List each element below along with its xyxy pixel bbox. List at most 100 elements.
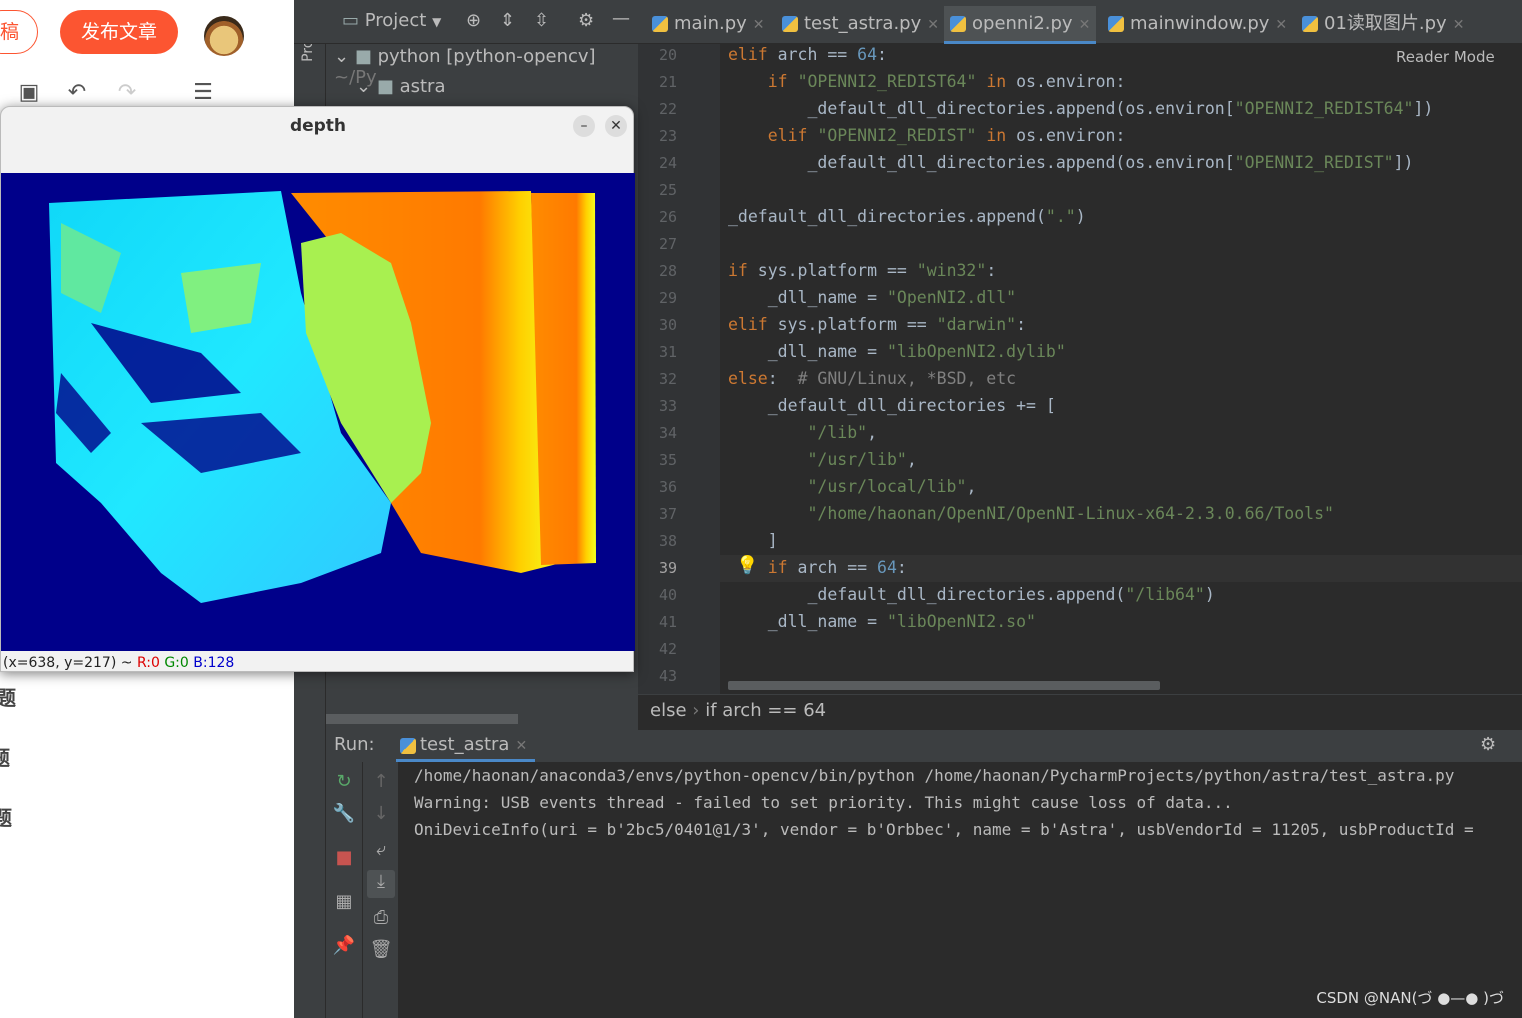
scroll-to-end-icon[interactable]: ⤓ <box>367 870 395 898</box>
line-number: 28 <box>658 262 678 280</box>
tab-mainwindow[interactable]: mainwindow.py ✕ <box>1102 6 1293 44</box>
depth-window[interactable]: depth – ✕ (x=638, y=217) ~ R:0 G:0 B:128 <box>0 106 635 672</box>
close-icon[interactable]: ✕ <box>753 17 765 33</box>
close-icon[interactable]: ✕ <box>1453 17 1465 33</box>
run-toolbar-right: ↑ ↓ ⤶ ⤓ ⎙ 🗑 <box>362 762 398 1018</box>
breadcrumb-item[interactable]: else <box>650 700 687 721</box>
code-line: "/usr/lib", <box>807 450 917 469</box>
close-icon[interactable]: ✕ <box>515 738 527 754</box>
up-arrow-icon[interactable]: ↑ <box>369 770 393 794</box>
code-line: _default_dll_directories += [ <box>728 396 1056 415</box>
close-icon[interactable]: ✕ <box>1079 17 1091 33</box>
template-icon[interactable]: ☰ <box>190 80 216 106</box>
tab-openni2[interactable]: openni2.py ✕ <box>944 6 1097 44</box>
close-icon[interactable]: ✕ <box>927 17 939 33</box>
side-item[interactable]: 题 <box>0 742 10 771</box>
line-number: 34 <box>658 424 678 442</box>
watermark: CSDN @NAN(づ ●—● )づ <box>1316 989 1504 1007</box>
run-label: Run: <box>334 734 375 755</box>
minimize-icon[interactable]: – <box>573 115 595 137</box>
code-line: _default_dll_directories.append(".") <box>728 207 1086 226</box>
tab-test-astra[interactable]: test_astra.py ✕ <box>776 6 945 44</box>
chevron-down-icon: ⌄ <box>334 46 350 67</box>
soft-wrap-icon[interactable]: ⤶ <box>369 838 393 862</box>
line-number: 33 <box>658 397 678 415</box>
console-line: Warning: USB events thread - failed to s… <box>414 793 1233 812</box>
code-line: "/lib", <box>807 423 878 442</box>
draft-button[interactable]: 稿 <box>0 10 38 54</box>
side-item[interactable]: 题 <box>0 682 16 711</box>
wrench-icon[interactable]: 🔧 <box>332 802 356 826</box>
line-number: 38 <box>658 532 678 550</box>
depth-image[interactable] <box>1 173 635 651</box>
status-bar: (x=638, y=217) ~ R:0 G:0 B:128 <box>3 655 235 671</box>
pin-icon[interactable]: 📌 <box>332 934 356 958</box>
tab-main[interactable]: main.py ✕ <box>646 6 771 44</box>
editor-scrollbar[interactable] <box>728 681 1160 690</box>
locate-icon[interactable]: ⊕ <box>466 10 481 31</box>
code-line: elif arch == 64: <box>728 45 887 64</box>
line-number: 32 <box>658 370 678 388</box>
console-line: OniDeviceInfo(uri = b'2bc5/0401@1/3', ve… <box>414 820 1474 839</box>
chevron-down-icon: ▼ <box>432 15 442 29</box>
close-icon[interactable]: ✕ <box>1275 17 1287 33</box>
line-number: 39 <box>658 559 678 577</box>
code-line: _dll_name = "libOpenNI2.dylib" <box>728 342 1066 361</box>
tab-read-image[interactable]: 01读取图片.py ✕ <box>1296 6 1470 44</box>
side-item[interactable]: 题 <box>0 802 12 831</box>
window-icon: ▭ <box>342 10 365 31</box>
code-line: if "OPENNI2_REDIST64" in os.environ: <box>767 72 1126 91</box>
save-icon[interactable]: ▣ <box>16 80 42 106</box>
code-line: "/usr/local/lib", <box>807 477 977 496</box>
line-number: 23 <box>658 127 678 145</box>
layout-icon[interactable]: ▦ <box>332 890 356 914</box>
ide-top-bar: ▭ Project ▼ ⊕ ⇕ ⇳ ⚙ — main.py ✕ test_astr… <box>294 0 1522 44</box>
code-line: _default_dll_directories.append(os.envir… <box>728 99 1434 118</box>
breadcrumb: else › if arch == 64 <box>638 694 1522 730</box>
window-title: depth <box>289 116 347 136</box>
hide-icon[interactable]: — <box>612 8 630 29</box>
tab-run-test-astra[interactable]: test_astra ✕ <box>396 730 536 762</box>
code-line: _dll_name = "OpenNI2.dll" <box>728 288 1017 307</box>
line-number: 27 <box>658 235 678 253</box>
project-dropdown[interactable]: ▭ Project ▼ <box>342 10 441 31</box>
line-number: 42 <box>658 640 678 658</box>
lightbulb-icon[interactable]: 💡 <box>736 555 758 576</box>
down-arrow-icon[interactable]: ↓ <box>369 802 393 826</box>
print-icon[interactable]: ⎙ <box>369 906 393 930</box>
reader-mode-button[interactable]: Reader Mode <box>1396 48 1495 66</box>
expand-all-icon[interactable]: ⇕ <box>500 10 515 31</box>
code-line: _dll_name = "libOpenNI2.so" <box>728 612 1036 631</box>
trash-icon[interactable]: 🗑 <box>369 938 393 962</box>
line-number: 41 <box>658 613 678 631</box>
code-line: elif "OPENNI2_REDIST" in os.environ: <box>767 126 1126 145</box>
line-number: 30 <box>658 316 678 334</box>
undo-icon[interactable]: ↶ <box>64 80 90 106</box>
line-number: 21 <box>658 73 678 91</box>
stop-icon[interactable]: ■ <box>332 846 356 870</box>
collapse-all-icon[interactable]: ⇳ <box>534 10 549 31</box>
breadcrumb-item[interactable]: if arch == 64 <box>705 700 826 721</box>
tree-item-astra[interactable]: ⌄ ■ astra <box>356 76 445 97</box>
gear-icon[interactable]: ⚙ <box>578 10 594 31</box>
rerun-icon[interactable]: ↻ <box>332 770 356 794</box>
gear-icon[interactable]: ⚙ <box>1480 734 1496 755</box>
project-scrollbar[interactable] <box>326 714 518 724</box>
console-line: /home/haonan/anaconda3/envs/python-openc… <box>414 766 1455 785</box>
python-icon <box>400 738 416 754</box>
chevron-down-icon: ⌄ <box>356 76 372 97</box>
redo-icon[interactable]: ↷ <box>114 80 140 106</box>
line-number: 26 <box>658 208 678 226</box>
close-icon[interactable]: ✕ <box>605 115 627 137</box>
line-number: 25 <box>658 181 678 199</box>
line-number: 37 <box>658 505 678 523</box>
run-toolbar-left: ↻ 🔧 ■ ▦ 📌 <box>326 762 362 1018</box>
line-number: 40 <box>658 586 678 604</box>
line-number: 29 <box>658 289 678 307</box>
folder-icon: ■ <box>376 76 394 97</box>
chevron-right-icon: › <box>692 700 700 721</box>
avatar[interactable] <box>204 16 244 56</box>
publish-article-button[interactable]: 发布文章 <box>60 10 178 54</box>
code-line: _default_dll_directories.append(os.envir… <box>728 153 1414 172</box>
line-number: 43 <box>658 667 678 685</box>
